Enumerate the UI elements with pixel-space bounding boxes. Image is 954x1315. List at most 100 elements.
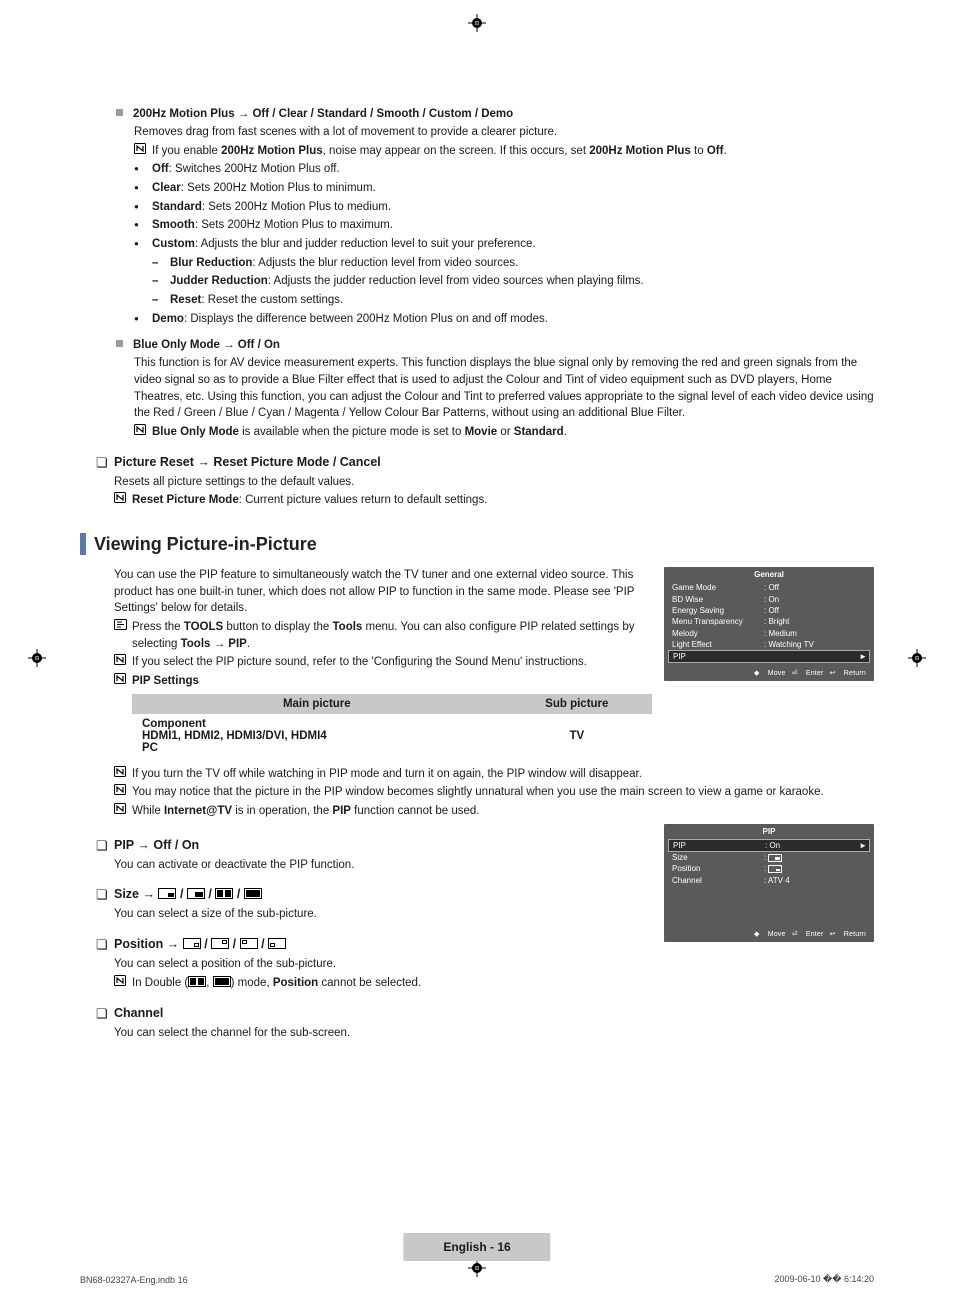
list-item: Custom: Adjusts the blur and judder redu… bbox=[152, 236, 536, 253]
note-icon bbox=[114, 673, 132, 690]
heading-200hz: 200Hz Motion Plus → Off / Clear / Standa… bbox=[133, 108, 513, 120]
registration-mark-icon bbox=[908, 649, 926, 667]
osd-footer: ◆ Move⏎ Enter↩ Return bbox=[664, 924, 874, 942]
para: This function is for AV device measureme… bbox=[134, 355, 874, 422]
osd-footer: ◆ Move⏎ Enter↩ Return bbox=[664, 663, 874, 681]
position-bl-icon bbox=[268, 938, 286, 949]
dot-bullet-icon: ● bbox=[134, 161, 152, 177]
section-title: Viewing Picture-in-Picture bbox=[94, 534, 317, 555]
dash-bullet-icon: – bbox=[152, 273, 170, 290]
note-text: PIP Settings bbox=[132, 673, 199, 690]
para: You can select a position of the sub-pic… bbox=[114, 956, 652, 973]
note-text: If you select the PIP picture sound, ref… bbox=[132, 654, 587, 671]
osd-key: Menu Transparency bbox=[672, 617, 764, 626]
position-glyph-icon bbox=[768, 865, 782, 873]
size-option-double2-icon bbox=[244, 888, 262, 899]
note-text: Reset Picture Mode: Current picture valu… bbox=[132, 492, 487, 509]
dot-bullet-icon: ● bbox=[134, 311, 152, 327]
note-text: Press the TOOLS button to display the To… bbox=[132, 619, 652, 652]
osd-val: : bbox=[764, 864, 866, 873]
size-option-double1-icon bbox=[215, 888, 233, 899]
osd-val: : Off bbox=[764, 583, 866, 592]
note-icon bbox=[134, 424, 152, 441]
position-br-icon bbox=[183, 938, 201, 949]
square-bullet-icon bbox=[116, 109, 123, 116]
list-item: Blur Reduction: Adjusts the blur reducti… bbox=[170, 255, 518, 272]
list-item: Off: Switches 200Hz Motion Plus off. bbox=[152, 161, 340, 178]
arrow-right-icon: ► bbox=[859, 841, 867, 850]
para: You can use the PIP feature to simultane… bbox=[114, 567, 652, 617]
table-header: Sub picture bbox=[502, 694, 652, 714]
list-item: Standard: Sets 200Hz Motion Plus to medi… bbox=[152, 199, 391, 216]
note-text: If you enable 200Hz Motion Plus, noise m… bbox=[152, 143, 727, 160]
tools-icon bbox=[114, 619, 132, 636]
size-double-icon bbox=[213, 976, 231, 987]
size-option-small-br-icon bbox=[158, 888, 176, 899]
osd-val: : ATV 4 bbox=[764, 876, 866, 885]
osd-key: Energy Saving bbox=[672, 606, 764, 615]
note-icon bbox=[114, 975, 132, 992]
note-icon bbox=[134, 143, 152, 160]
osd-highlight-row: PIP► bbox=[668, 650, 870, 663]
osd-val: : Bright bbox=[764, 617, 866, 626]
registration-mark-icon bbox=[28, 649, 46, 667]
list-item: Judder Reduction: Adjusts the judder red… bbox=[170, 273, 644, 290]
para: Removes drag from fast scenes with a lot… bbox=[134, 124, 874, 141]
square-bullet-icon bbox=[116, 340, 123, 347]
osd-pip: PIP PIP: On► Size: Position: Channel: AT… bbox=[664, 824, 874, 942]
note-icon bbox=[114, 803, 132, 820]
heading-position: Position → / / / bbox=[114, 937, 286, 951]
heading-blue-only: Blue Only Mode → Off / On bbox=[133, 339, 280, 351]
dot-bullet-icon: ● bbox=[134, 180, 152, 196]
crop-mark bbox=[65, 20, 66, 50]
osd-key: Position bbox=[672, 864, 764, 873]
size-glyph-icon bbox=[768, 854, 782, 862]
list-item: Clear: Sets 200Hz Motion Plus to minimum… bbox=[152, 180, 376, 197]
q-bullet-icon: ❏ bbox=[96, 455, 114, 470]
q-bullet-icon: ❏ bbox=[96, 887, 114, 902]
osd-highlight-row: PIP: On► bbox=[668, 839, 870, 852]
osd-general: General Game Mode: Off BD Wise: On Energ… bbox=[664, 567, 874, 681]
osd-val: : Medium bbox=[764, 629, 866, 638]
dot-bullet-icon: ● bbox=[134, 217, 152, 233]
list-item: Demo: Displays the difference between 20… bbox=[152, 311, 548, 328]
para: You can activate or deactivate the PIP f… bbox=[114, 857, 652, 874]
position-tr-icon bbox=[211, 938, 229, 949]
para: You can select a size of the sub-picture… bbox=[114, 906, 652, 923]
dash-bullet-icon: – bbox=[152, 255, 170, 272]
position-tl-icon bbox=[240, 938, 258, 949]
registration-mark-icon bbox=[468, 14, 486, 32]
osd-val: : On bbox=[764, 595, 866, 604]
size-option-large-br-icon bbox=[187, 888, 205, 899]
q-bullet-icon: ❏ bbox=[96, 838, 114, 853]
osd-key: Channel bbox=[672, 876, 764, 885]
note-text: While Internet@TV is in operation, the P… bbox=[132, 803, 479, 820]
list-item: Smooth: Sets 200Hz Motion Plus to maximu… bbox=[152, 217, 393, 234]
osd-key: Light Effect bbox=[672, 640, 764, 649]
note-icon bbox=[114, 654, 132, 671]
heading-channel: Channel bbox=[114, 1006, 163, 1020]
osd-title: General bbox=[664, 567, 874, 582]
dot-bullet-icon: ● bbox=[134, 236, 152, 252]
pip-settings-table: Main pictureSub picture Component HDMI1,… bbox=[132, 694, 652, 758]
heading-size: Size → / / / bbox=[114, 887, 262, 901]
note-icon bbox=[114, 766, 132, 783]
footer-timestamp: 2009-06-10 �� 6:14:20 bbox=[774, 1274, 874, 1285]
osd-key: BD Wise bbox=[672, 595, 764, 604]
para: Resets all picture settings to the defau… bbox=[114, 474, 874, 491]
osd-key: Game Mode bbox=[672, 583, 764, 592]
q-bullet-icon: ❏ bbox=[96, 1006, 114, 1021]
dash-bullet-icon: – bbox=[152, 292, 170, 309]
crop-mark bbox=[888, 20, 889, 50]
note-text: In Double (, ) mode, Position cannot be … bbox=[132, 975, 421, 992]
para: You can select the channel for the sub-s… bbox=[114, 1025, 652, 1042]
note-icon bbox=[114, 784, 132, 801]
note-text: If you turn the TV off while watching in… bbox=[132, 766, 642, 783]
section-bar-icon bbox=[80, 533, 86, 555]
q-bullet-icon: ❏ bbox=[96, 937, 114, 952]
heading-picture-reset: Picture Reset → Reset Picture Mode / Can… bbox=[114, 455, 381, 469]
table-cell: Component HDMI1, HDMI2, HDMI3/DVI, HDMI4… bbox=[132, 714, 502, 758]
heading-pip-onoff: PIP → Off / On bbox=[114, 838, 199, 852]
page-footer-badge: English - 16 bbox=[403, 1233, 550, 1261]
dot-bullet-icon: ● bbox=[134, 199, 152, 215]
